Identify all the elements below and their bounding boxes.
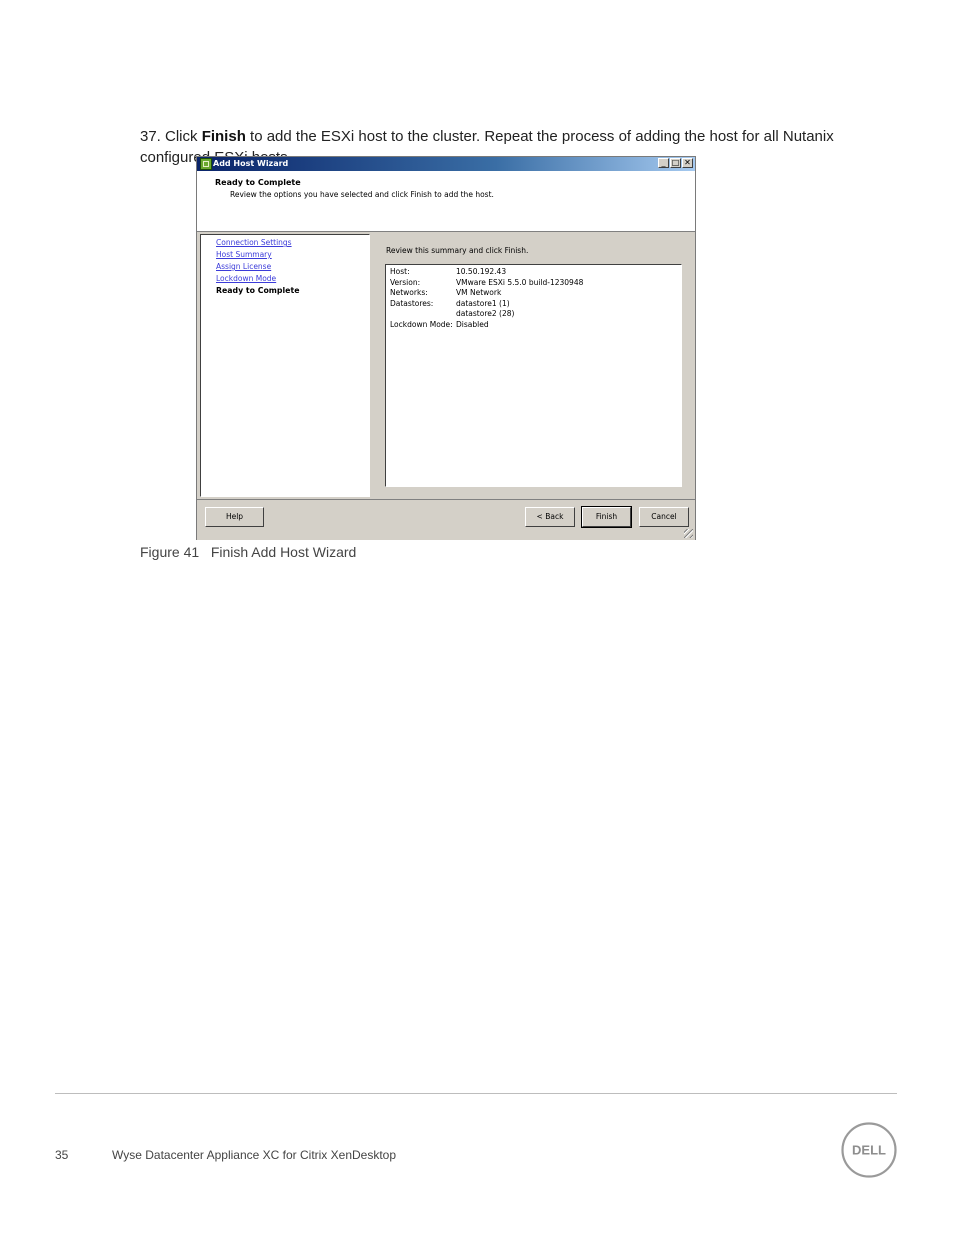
resize-grip-icon[interactable] <box>684 529 693 538</box>
summary-value: 10.50.192.43 <box>456 267 507 276</box>
summary-key: Host: <box>390 267 410 276</box>
summary-row-lockdown: Lockdown Mode: Disabled <box>390 320 489 329</box>
wizard-header: Ready to Complete Review the options you… <box>197 171 695 232</box>
summary-row-networks: Networks: VM Network <box>390 288 501 297</box>
summary-value: VMware ESXi 5.5.0 build-1230948 <box>456 277 584 287</box>
wizard-nav-pane: Connection Settings Host Summary Assign … <box>200 234 370 497</box>
add-host-wizard-dialog: Add Host Wizard _ □ ✕ Ready to Complete … <box>196 156 696 540</box>
document-title: Wyse Datacenter Appliance XC for Citrix … <box>112 1148 397 1162</box>
summary-value: datastore1 (1) <box>456 298 510 308</box>
summary-value: Disabled <box>456 319 489 329</box>
dialog-title: Add Host Wizard <box>213 159 289 168</box>
maximize-button[interactable]: □ <box>670 158 681 168</box>
wizard-step-title: Ready to Complete <box>215 178 301 187</box>
dell-logo: DELL <box>841 1122 897 1178</box>
nav-link-lockdown-mode[interactable]: Lockdown Mode <box>216 274 276 283</box>
summary-key: Lockdown Mode: <box>390 319 453 329</box>
cancel-button[interactable]: Cancel <box>639 507 689 527</box>
wizard-content: Review this summary and click Finish. Ho… <box>372 234 693 497</box>
step-bold-finish: Finish <box>201 128 246 145</box>
figure-caption: Figure 41 Finish Add Host Wizard <box>140 544 357 560</box>
back-button[interactable]: < Back <box>525 507 575 527</box>
summary-row-datastores-cont: datastore2 (28) <box>390 309 514 318</box>
summary-row-datastores: Datastores: datastore1 (1) <box>390 299 510 308</box>
nav-link-assign-license[interactable]: Assign License <box>216 262 271 271</box>
nav-current-ready-to-complete: Ready to Complete <box>216 286 300 295</box>
dell-logo-text: DELL <box>852 1143 886 1158</box>
finish-button[interactable]: Finish <box>581 506 632 528</box>
wizard-footer: Help < Back Finish Cancel <box>197 499 695 540</box>
footer-divider <box>55 1093 897 1094</box>
summary-row-version: Version: VMware ESXi 5.5.0 build-1230948 <box>390 278 583 287</box>
summary-key: Datastores: <box>390 298 434 308</box>
minimize-button[interactable]: _ <box>658 158 669 168</box>
summary-box: Host: 10.50.192.43 Version: VMware ESXi 5.… <box>385 264 682 487</box>
nav-link-host-summary[interactable]: Host Summary <box>216 250 272 259</box>
summary-key: Version: <box>390 277 421 287</box>
summary-value: VM Network <box>456 288 502 297</box>
vsphere-app-icon <box>200 158 212 170</box>
review-instruction: Review this summary and click Finish. <box>386 246 529 255</box>
summary-key: Networks: <box>390 288 428 297</box>
step-prefix: 37. Click <box>140 128 202 145</box>
summary-row-host: Host: 10.50.192.43 <box>390 267 506 276</box>
page-number: 35 <box>55 1148 69 1162</box>
nav-link-connection-settings[interactable]: Connection Settings <box>216 238 292 247</box>
wizard-step-subtitle: Review the options you have selected and… <box>230 190 494 199</box>
summary-value: datastore2 (28) <box>456 309 515 318</box>
help-button[interactable]: Help <box>205 507 264 527</box>
close-button[interactable]: ✕ <box>682 158 693 168</box>
dialog-titlebar[interactable]: Add Host Wizard _ □ ✕ <box>197 157 695 171</box>
